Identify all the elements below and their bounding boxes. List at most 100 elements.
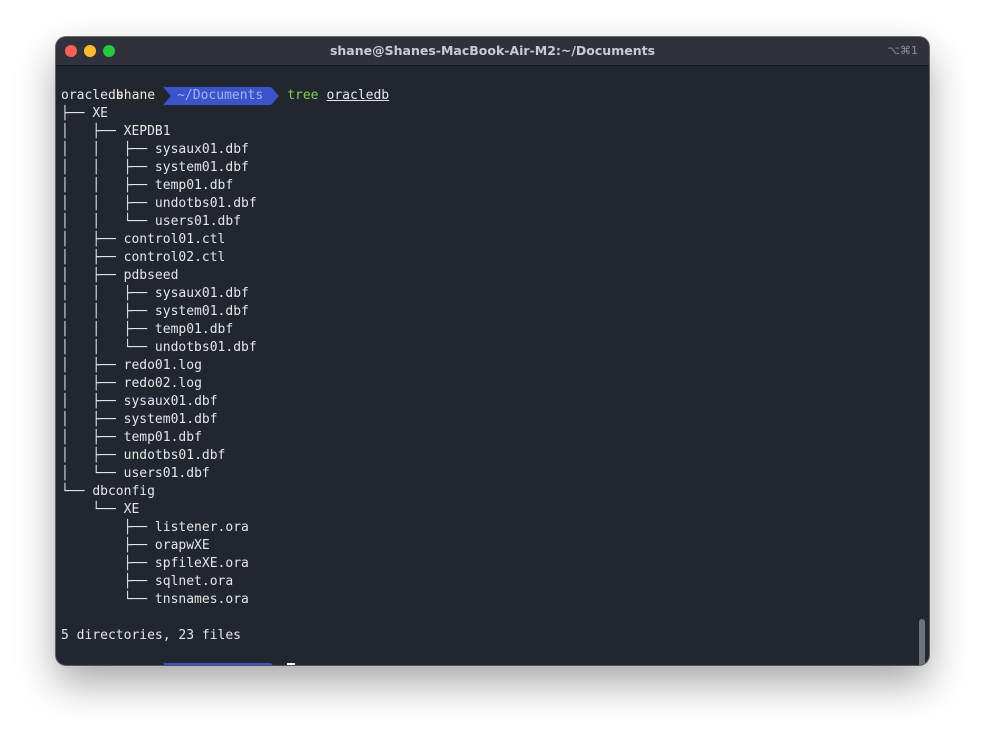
tree-entry: oracledb [61, 87, 929, 105]
tree-entry: │ ├── control02.ctl [61, 249, 929, 267]
tree-entry: │ ├── sysaux01.dbf [61, 393, 929, 411]
window-title: shane@Shanes-MacBook-Air-M2:~/Documents [329, 43, 656, 58]
tree-entry-name: pdbseed [123, 268, 179, 283]
tree-branch: └── [61, 502, 124, 517]
tree-branch: │ │ ├── [61, 196, 155, 211]
tree-branch: │ │ ├── [61, 178, 155, 193]
tree-entry-name: oracledb [61, 88, 124, 103]
tree-branch: │ ├── [61, 430, 124, 445]
tree-entry-name: undotbs01.dbf [154, 340, 257, 355]
tree-entry: │ │ ├── system01.dbf [61, 159, 929, 177]
tree-entry-name: XE [92, 106, 108, 121]
tree-entry: │ ├── pdbseed [61, 267, 929, 285]
tree-entry-name: XE [123, 502, 140, 517]
tree-entry: │ │ ├── sysaux01.dbf [61, 285, 929, 303]
tree-output: oracledb ├── XE │ ├── XEPDB1 │ │ ├── sysaux… [61, 87, 929, 609]
tree-entry: │ ├── undotbs01.dbf [61, 447, 929, 465]
tree-entry: │ ├── redo01.log [61, 357, 929, 375]
tree-entry: └── dbconfig [61, 483, 929, 501]
tree-entry: │ ├── redo02.log [61, 375, 929, 393]
tree-entry-name: users01.dbf [154, 214, 242, 229]
tree-entry-name: temp01.dbf [123, 430, 202, 445]
tree-branch: │ │ ├── [61, 304, 155, 319]
tree-entry: │ │ ├── system01.dbf [61, 303, 929, 321]
tree-entry: ├── XE [61, 105, 929, 123]
tree-branch: │ ├── [61, 250, 124, 265]
tree-branch: ├── [61, 556, 155, 571]
tree-entry-name: control01.ctl [123, 232, 226, 247]
tree-entry-name: sysaux01.dbf [154, 286, 249, 301]
tree-entry-name: temp01.dbf [154, 178, 234, 193]
terminal-output[interactable]: shane ~/Documents tree oracledb oracledb ├… [56, 66, 929, 665]
tree-entry-name: XEPDB1 [123, 124, 171, 139]
tree-branch: └── [61, 484, 93, 499]
tree-entry: │ ├── XEPDB1 [61, 123, 929, 141]
summary-line: 5 directories, 23 files [61, 628, 242, 643]
title-bar[interactable]: shane@Shanes-MacBook-Air-M2:~/Documents … [56, 37, 929, 66]
prompt: shane ~/Documents [107, 663, 280, 665]
tree-entry: │ ├── system01.dbf [61, 411, 929, 429]
tree-entry-name: orapwXE [154, 538, 210, 553]
tab-shortcut-label: ⌥⌘1 [887, 44, 918, 57]
prompt-directory: ~/Documents [163, 663, 272, 665]
tree-entry: │ ├── control01.ctl [61, 231, 929, 249]
tree-branch: │ ├── [61, 124, 124, 139]
tree-branch: │ ├── [61, 376, 124, 391]
tree-entry: │ │ ├── temp01.dbf [61, 177, 929, 195]
active-prompt-line[interactable]: shane ~/Documents [61, 645, 929, 665]
tree-entry-name: undotbs01.dbf [154, 196, 257, 211]
tree-entry: ├── sqlnet.ora [61, 573, 929, 591]
tree-entry-name: dbconfig [92, 484, 155, 499]
tree-branch: │ ├── [61, 394, 124, 409]
prompt-user: shane [107, 663, 164, 665]
terminal-window: shane@Shanes-MacBook-Air-M2:~/Documents … [56, 37, 929, 665]
tree-branch: ├── [61, 538, 155, 553]
tree-entry: │ │ ├── sysaux01.dbf [61, 141, 929, 159]
tree-branch: │ ├── [61, 232, 124, 247]
tree-entry: └── XE [61, 501, 929, 519]
tree-entry-name: spfileXE.ora [154, 556, 249, 571]
tree-branch: │ ├── [61, 412, 124, 427]
tree-entry-name: users01.dbf [123, 466, 210, 481]
tree-branch: │ │ ├── [61, 160, 155, 175]
tree-entry-name: system01.dbf [123, 412, 218, 427]
tree-entry-name: sqlnet.ora [154, 574, 234, 589]
tree-branch: │ ├── [61, 268, 124, 283]
text-cursor [287, 663, 296, 665]
tree-entry-name: sysaux01.dbf [154, 142, 249, 157]
tree-entry-name: undotbs01.dbf [123, 448, 226, 463]
tree-entry-name: tnsnames.ora [154, 592, 249, 607]
tree-branch: │ │ └── [61, 214, 155, 229]
prompt-arrow-icon [271, 663, 280, 665]
tree-entry: │ │ └── users01.dbf [61, 213, 929, 231]
tree-branch: │ │ ├── [61, 322, 155, 337]
tree-branch: │ │ ├── [61, 286, 155, 301]
tree-entry-name: system01.dbf [154, 304, 249, 319]
tree-branch: │ └── [61, 466, 124, 481]
tree-branch: ├── [61, 520, 155, 535]
tree-entry-name: control02.ctl [123, 250, 226, 265]
tree-branch: └── [61, 592, 155, 607]
tree-branch: │ │ ├── [61, 142, 155, 157]
tree-entry: │ │ ├── undotbs01.dbf [61, 195, 929, 213]
tree-entry-name: redo01.log [123, 358, 202, 373]
tree-entry-name: system01.dbf [154, 160, 249, 175]
scrollbar-thumb[interactable] [919, 619, 925, 665]
tree-entry: └── tnsnames.ora [61, 591, 929, 609]
tree-entry-name: listener.ora [154, 520, 249, 535]
tree-branch: │ │ └── [61, 340, 155, 355]
tree-entry: │ └── users01.dbf [61, 465, 929, 483]
tree-entry: │ ├── temp01.dbf [61, 429, 929, 447]
tree-branch: ├── [61, 106, 93, 121]
tree-entry: │ │ ├── temp01.dbf [61, 321, 929, 339]
tree-branch: │ ├── [61, 448, 124, 463]
tree-entry-name: sysaux01.dbf [123, 394, 218, 409]
tree-entry: ├── orapwXE [61, 537, 929, 555]
tree-entry: ├── listener.ora [61, 519, 929, 537]
tree-entry-name: temp01.dbf [154, 322, 234, 337]
tree-entry: ├── spfileXE.ora [61, 555, 929, 573]
tree-branch: │ ├── [61, 358, 124, 373]
tree-entry: │ │ └── undotbs01.dbf [61, 339, 929, 357]
tree-branch: ├── [61, 574, 155, 589]
